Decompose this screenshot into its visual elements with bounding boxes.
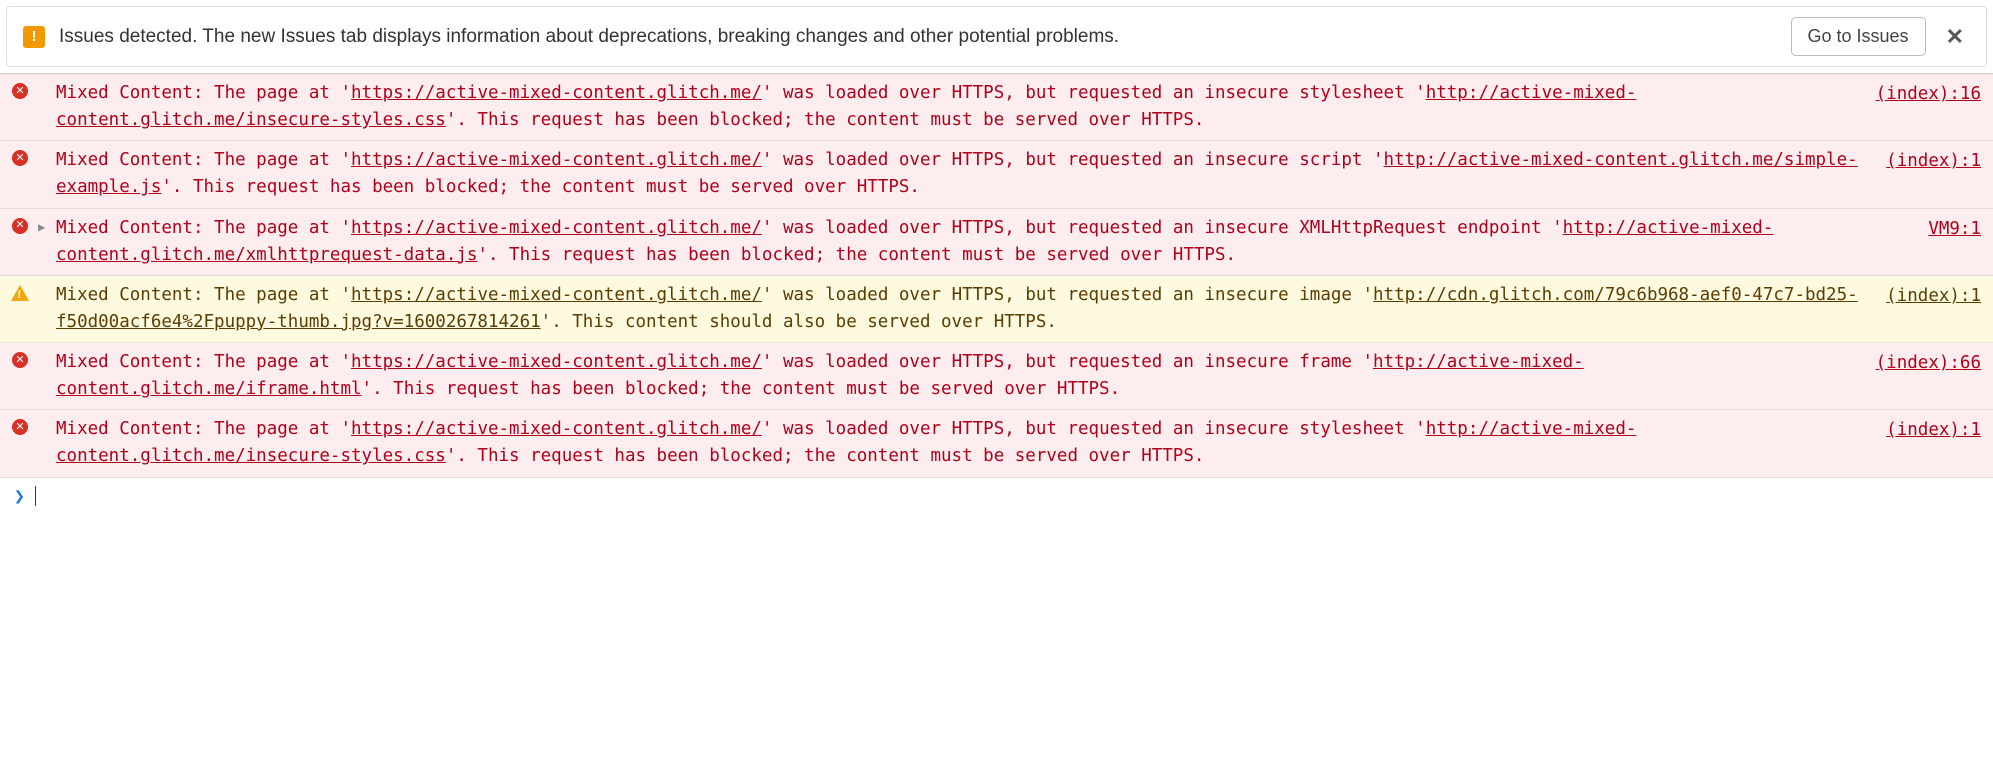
expand-toggle [38, 416, 56, 419]
source-link[interactable]: (index):66 [1876, 349, 1981, 377]
url-link[interactable]: https://active-mixed-content.glitch.me/ [351, 419, 762, 439]
url-link[interactable]: http://active-mixed-content.glitch.me/si… [56, 150, 1858, 197]
source-link[interactable]: (index):1 [1886, 147, 1981, 175]
error-icon [12, 83, 28, 99]
url-link[interactable]: https://active-mixed-content.glitch.me/ [351, 218, 762, 238]
error-icon [12, 150, 28, 166]
issues-notification-bar: ! Issues detected. The new Issues tab di… [6, 6, 1987, 67]
expand-toggle [38, 349, 56, 352]
expand-toggle [38, 80, 56, 83]
url-link[interactable]: https://active-mixed-content.glitch.me/ [351, 83, 762, 103]
source-link[interactable]: VM9:1 [1928, 215, 1981, 243]
message-text: Mixed Content: The page at 'https://acti… [56, 147, 1886, 201]
source-link[interactable]: (index):16 [1876, 80, 1981, 108]
url-link[interactable]: https://active-mixed-content.glitch.me/ [351, 285, 762, 305]
message-text: Mixed Content: The page at 'https://acti… [56, 215, 1928, 269]
message-text: Mixed Content: The page at 'https://acti… [56, 80, 1876, 134]
console-message: Mixed Content: The page at 'https://acti… [0, 276, 1993, 343]
error-icon [12, 419, 28, 435]
go-to-issues-button[interactable]: Go to Issues [1791, 17, 1926, 56]
url-link[interactable]: http://cdn.glitch.com/79c6b968-aef0-47c7… [56, 285, 1858, 332]
url-link[interactable]: http://active-mixed-content.glitch.me/in… [56, 83, 1636, 130]
error-icon [12, 352, 28, 368]
prompt-chevron-icon: ❯ [14, 486, 25, 507]
url-link[interactable]: https://active-mixed-content.glitch.me/ [351, 352, 762, 372]
console-prompt[interactable]: ❯ [0, 478, 1993, 515]
url-link[interactable]: http://active-mixed-content.glitch.me/if… [56, 352, 1584, 399]
expand-toggle[interactable]: ▶ [38, 215, 56, 237]
expand-toggle [38, 147, 56, 150]
warning-icon [11, 285, 29, 301]
issues-message-text: Issues detected. The new Issues tab disp… [59, 26, 1777, 48]
error-icon [12, 218, 28, 234]
console-message: Mixed Content: The page at 'https://acti… [0, 74, 1993, 141]
close-icon[interactable]: ✕ [1940, 24, 1970, 50]
url-link[interactable]: http://active-mixed-content.glitch.me/xm… [56, 218, 1773, 265]
console-log-list: Mixed Content: The page at 'https://acti… [0, 73, 1993, 478]
console-message: ▶Mixed Content: The page at 'https://act… [0, 209, 1993, 276]
expand-toggle [38, 282, 56, 285]
url-link[interactable]: https://active-mixed-content.glitch.me/ [351, 150, 762, 170]
prompt-cursor [35, 486, 36, 506]
console-message: Mixed Content: The page at 'https://acti… [0, 410, 1993, 477]
source-link[interactable]: (index):1 [1886, 282, 1981, 310]
message-text: Mixed Content: The page at 'https://acti… [56, 416, 1886, 470]
console-message: Mixed Content: The page at 'https://acti… [0, 343, 1993, 410]
source-link[interactable]: (index):1 [1886, 416, 1981, 444]
console-message: Mixed Content: The page at 'https://acti… [0, 141, 1993, 208]
url-link[interactable]: http://active-mixed-content.glitch.me/in… [56, 419, 1636, 466]
message-text: Mixed Content: The page at 'https://acti… [56, 282, 1886, 336]
issues-badge-icon: ! [23, 26, 45, 48]
message-text: Mixed Content: The page at 'https://acti… [56, 349, 1876, 403]
